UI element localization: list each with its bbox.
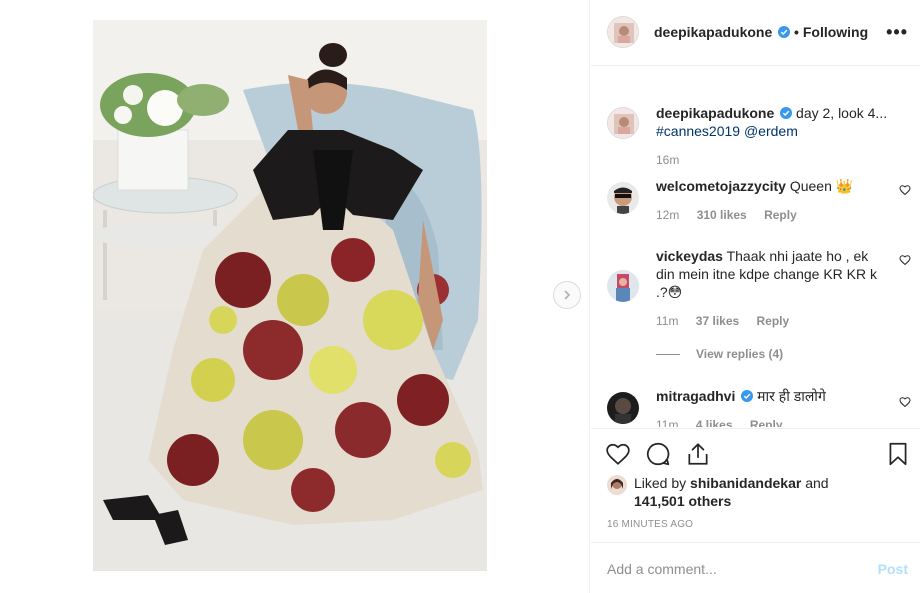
- author-header-line: deepikapadukone • Following: [654, 24, 868, 40]
- comment-meta: 11m 4 likes Reply: [656, 418, 797, 427]
- view-replies-button[interactable]: View replies (4): [656, 347, 783, 361]
- add-comment-section: Post: [591, 542, 920, 593]
- replies-divider-line: [656, 354, 680, 356]
- like-comment-heart-icon[interactable]: [899, 396, 911, 408]
- comment-time: 11m: [656, 418, 679, 427]
- post-actions: Liked by shibanidandekar and 141,501 oth…: [591, 428, 920, 593]
- comment-text-block: mitragadhvi मार ही डालोगे: [656, 387, 884, 405]
- liker-username[interactable]: shibanidandekar: [690, 475, 801, 491]
- save-bookmark-icon[interactable]: [885, 441, 911, 467]
- verified-badge-icon: [741, 390, 754, 402]
- share-icon[interactable]: [685, 441, 711, 467]
- reply-button[interactable]: Reply: [757, 314, 790, 328]
- comments-list[interactable]: deepikapadukone day 2, look 4... #cannes…: [591, 67, 920, 427]
- caption-meta: 16m: [656, 153, 693, 167]
- comment-username[interactable]: mitragadhvi: [656, 388, 735, 404]
- comment-text-block: welcometojazzycity Queen 👑: [656, 177, 884, 195]
- caption-text: day 2, look 4...: [796, 105, 888, 121]
- commenter-avatar[interactable]: [607, 182, 639, 214]
- comment-time: 12m: [656, 208, 680, 222]
- post-timestamp[interactable]: 16 MINUTES AGO: [607, 519, 693, 530]
- post-side-panel: deepikapadukone • Following ••• deepikap…: [591, 0, 920, 593]
- comment-text: Queen 👑: [789, 178, 854, 194]
- likes-text: Liked by shibanidandekar and 141,501 oth…: [634, 474, 907, 510]
- author-avatar[interactable]: [607, 16, 639, 48]
- hashtag-link[interactable]: #cannes2019: [656, 123, 740, 139]
- author-username[interactable]: deepikapadukone: [654, 24, 772, 40]
- liked-connector: and: [805, 475, 829, 491]
- verified-badge-icon: [780, 107, 793, 119]
- comment-text: मार ही डालोगे: [757, 388, 826, 404]
- following-button[interactable]: Following: [803, 24, 868, 40]
- comment-likes[interactable]: 310 likes: [697, 208, 747, 222]
- commenter-avatar[interactable]: [607, 392, 639, 424]
- caption-text-block: deepikapadukone day 2, look 4... #cannes…: [656, 104, 896, 140]
- comment-likes[interactable]: 4 likes: [696, 418, 733, 427]
- like-heart-icon[interactable]: [605, 441, 631, 467]
- post-media-area: [0, 0, 590, 593]
- liker-avatar[interactable]: [607, 475, 627, 495]
- likes-count[interactable]: 141,501 others: [634, 493, 731, 509]
- next-image-button[interactable]: [553, 281, 581, 309]
- comment-likes[interactable]: 37 likes: [696, 314, 739, 328]
- likes-summary: Liked by shibanidandekar and 141,501 oth…: [607, 474, 907, 510]
- comment-bubble-icon[interactable]: [645, 441, 671, 467]
- caption-time: 16m: [656, 153, 680, 167]
- comment-username[interactable]: vickeydas: [656, 248, 723, 264]
- like-comment-heart-icon[interactable]: [899, 254, 911, 266]
- post-comment-button[interactable]: Post: [878, 561, 908, 577]
- reply-button[interactable]: Reply: [750, 418, 783, 427]
- view-replies-label: View replies (4): [696, 347, 784, 361]
- add-comment-input[interactable]: [607, 557, 867, 581]
- comment-time: 11m: [656, 314, 679, 328]
- more-options-icon[interactable]: •••: [886, 22, 908, 43]
- chevron-right-icon: [564, 290, 571, 300]
- liked-by-prefix: Liked by: [634, 475, 687, 491]
- post-header: deepikapadukone • Following •••: [591, 0, 920, 66]
- comment-meta: 12m 310 likes Reply: [656, 208, 811, 222]
- comment-text-block: vickeydas Thaak nhi jaate ho , ek din me…: [656, 247, 884, 301]
- verified-badge-icon: [778, 26, 791, 38]
- caption-username[interactable]: deepikapadukone: [656, 105, 774, 121]
- comment-username[interactable]: welcometojazzycity: [656, 178, 786, 194]
- reply-button[interactable]: Reply: [764, 208, 797, 222]
- commenter-avatar[interactable]: [607, 270, 639, 302]
- separator-dot: •: [794, 24, 799, 40]
- caption-avatar[interactable]: [607, 107, 639, 139]
- mention-link[interactable]: @erdem: [744, 123, 798, 139]
- comment-meta: 11m 37 likes Reply: [656, 314, 803, 328]
- like-comment-heart-icon[interactable]: [899, 184, 911, 196]
- post-photo[interactable]: [93, 20, 487, 571]
